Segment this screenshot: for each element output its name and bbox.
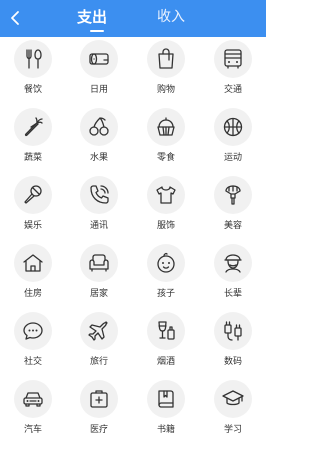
category-item-16[interactable]: 社交 — [0, 309, 66, 377]
charger-plug-icon — [214, 312, 252, 350]
basketball-icon — [214, 108, 252, 146]
top-bar: 支出 收入 — [0, 0, 266, 37]
category-item-7[interactable]: 运动 — [200, 105, 266, 173]
category-label: 住房 — [23, 289, 42, 299]
category-label: 数码 — [223, 357, 242, 367]
elder-icon — [214, 244, 252, 282]
shopping-bag-icon — [147, 40, 185, 78]
category-item-8[interactable]: 娱乐 — [0, 173, 66, 241]
category-label: 书籍 — [156, 425, 175, 435]
makeup-brush-icon — [214, 176, 252, 214]
category-label: 汽车 — [23, 425, 42, 435]
category-item-15[interactable]: 长辈 — [200, 241, 266, 309]
category-label: 日用 — [89, 85, 108, 95]
category-item-13[interactable]: 居家 — [66, 241, 132, 309]
bus-icon — [214, 40, 252, 78]
back-button[interactable] — [4, 4, 26, 32]
category-label: 孩子 — [156, 289, 175, 299]
category-item-4[interactable]: 蔬菜 — [0, 105, 66, 173]
category-item-19[interactable]: 数码 — [200, 309, 266, 377]
active-tab-indicator — [90, 30, 104, 32]
category-label: 医疗 — [89, 425, 108, 435]
category-label: 餐饮 — [23, 85, 42, 95]
category-item-6[interactable]: 零食 — [133, 105, 199, 173]
tab-expense[interactable]: 支出 — [77, 8, 107, 26]
category-item-0[interactable]: 餐饮 — [0, 37, 66, 105]
category-label: 购物 — [156, 85, 175, 95]
category-label: 交通 — [223, 85, 242, 95]
category-label: 学习 — [223, 425, 242, 435]
category-item-12[interactable]: 住房 — [0, 241, 66, 309]
fork-spoon-icon — [14, 40, 52, 78]
category-item-17[interactable]: 旅行 — [66, 309, 132, 377]
category-label: 娱乐 — [23, 221, 42, 231]
category-label: 蔬菜 — [23, 153, 42, 163]
phone-icon — [80, 176, 118, 214]
car-icon — [14, 380, 52, 418]
category-label: 通讯 — [89, 221, 108, 231]
carrot-icon — [14, 108, 52, 146]
category-item-20[interactable]: 汽车 — [0, 377, 66, 445]
wine-glass-icon — [147, 312, 185, 350]
category-item-3[interactable]: 交通 — [200, 37, 266, 105]
category-label: 居家 — [89, 289, 108, 299]
chevron-left-icon — [11, 11, 19, 25]
category-item-5[interactable]: 水果 — [66, 105, 132, 173]
category-label: 长辈 — [223, 289, 242, 299]
book-icon — [147, 380, 185, 418]
category-grid: 餐饮 日用 购物 交通蔬菜 水果 零食 运动娱乐 通讯 服饰 美容住房 居家 孩子 长辈社交 旅行 烟酒 数码… — [0, 37, 266, 455]
category-label: 社交 — [23, 357, 42, 367]
category-label: 烟酒 — [156, 357, 175, 367]
airplane-icon — [80, 312, 118, 350]
microphone-icon — [14, 176, 52, 214]
baby-face-icon — [147, 244, 185, 282]
category-label: 运动 — [223, 153, 242, 163]
tshirt-icon — [147, 176, 185, 214]
category-label: 水果 — [89, 153, 108, 163]
graduation-cap-icon — [214, 380, 252, 418]
house-icon — [14, 244, 52, 282]
category-item-14[interactable]: 孩子 — [133, 241, 199, 309]
category-item-18[interactable]: 烟酒 — [133, 309, 199, 377]
category-label: 零食 — [156, 153, 175, 163]
tissue-roll-icon — [80, 40, 118, 78]
category-item-21[interactable]: 医疗 — [66, 377, 132, 445]
category-label: 服饰 — [156, 221, 175, 231]
category-item-1[interactable]: 日用 — [66, 37, 132, 105]
medical-kit-icon — [80, 380, 118, 418]
category-item-9[interactable]: 通讯 — [66, 173, 132, 241]
category-item-11[interactable]: 美容 — [200, 173, 266, 241]
category-item-10[interactable]: 服饰 — [133, 173, 199, 241]
category-item-2[interactable]: 购物 — [133, 37, 199, 105]
cherry-icon — [80, 108, 118, 146]
chat-bubble-icon — [14, 312, 52, 350]
sofa-icon — [80, 244, 118, 282]
category-label: 美容 — [223, 221, 242, 231]
cupcake-icon — [147, 108, 185, 146]
tab-income[interactable]: 收入 — [157, 8, 185, 26]
category-item-23[interactable]: 学习 — [200, 377, 266, 445]
category-label: 旅行 — [89, 357, 108, 367]
category-item-22[interactable]: 书籍 — [133, 377, 199, 445]
